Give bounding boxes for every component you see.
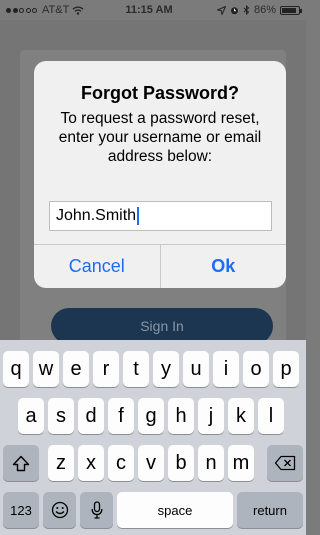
text-cursor — [137, 207, 140, 225]
forgot-password-alert: Forgot Password? To request a password r… — [34, 61, 286, 288]
key-v[interactable]: v — [138, 445, 164, 481]
key-b[interactable]: b — [168, 445, 194, 481]
keyboard: q w e r t y u i o p a s d f g h j k l z … — [0, 340, 306, 535]
alarm-icon — [230, 6, 238, 14]
status-left: AT&T — [6, 4, 106, 16]
key-x[interactable]: x — [78, 445, 104, 481]
key-w[interactable]: w — [33, 351, 59, 387]
space-key[interactable]: space — [117, 492, 233, 528]
status-time: 11:15 AM — [125, 4, 173, 16]
key-k[interactable]: k — [228, 398, 254, 434]
shift-icon — [12, 455, 30, 471]
key-m[interactable]: m — [228, 445, 254, 481]
key-q[interactable]: q — [3, 351, 29, 387]
signal-dot — [32, 7, 37, 13]
alert-message: To request a password reset, enter your … — [58, 110, 262, 165]
key-l[interactable]: l — [258, 398, 284, 434]
key-r[interactable]: r — [93, 351, 119, 387]
key-z[interactable]: z — [48, 445, 74, 481]
key-i[interactable]: i — [213, 351, 239, 387]
key-o[interactable]: o — [243, 351, 269, 387]
signal-strength-icon — [6, 7, 37, 13]
delete-icon — [274, 455, 296, 471]
return-key[interactable]: return — [237, 492, 303, 528]
key-f[interactable]: f — [108, 398, 134, 434]
delete-key[interactable] — [267, 445, 303, 481]
key-p[interactable]: p — [273, 351, 299, 387]
username-email-field[interactable]: John.Smith — [49, 201, 272, 231]
key-s[interactable]: s — [48, 398, 74, 434]
microphone-key[interactable] — [80, 492, 113, 528]
status-bar: AT&T 11:15 AM 86% — [0, 0, 306, 20]
battery-percent: 86% — [253, 4, 276, 16]
key-c[interactable]: c — [108, 445, 134, 481]
key-d[interactable]: d — [78, 398, 104, 434]
emoji-key[interactable] — [43, 492, 76, 528]
alert-actions: Cancel Ok — [34, 244, 286, 288]
alert-title: Forgot Password? — [80, 83, 239, 103]
sign-in-button[interactable]: Sign In — [51, 308, 273, 344]
key-t[interactable]: t — [123, 351, 149, 387]
bluetooth-icon — [243, 5, 250, 15]
signal-dot — [6, 7, 11, 13]
key-g[interactable]: g — [138, 398, 164, 434]
battery-icon — [280, 5, 302, 15]
shift-key[interactable] — [3, 445, 39, 481]
key-y[interactable]: y — [153, 351, 179, 387]
battery-level — [282, 7, 296, 13]
carrier-name: AT&T — [42, 4, 70, 16]
status-right: 86% — [196, 4, 302, 16]
key-e[interactable]: e — [63, 351, 89, 387]
username-email-value: John.Smith — [56, 207, 137, 224]
location-arrow-icon — [216, 5, 226, 15]
cancel-button[interactable]: Cancel — [34, 245, 160, 288]
key-h[interactable]: h — [168, 398, 194, 434]
wifi-icon — [72, 5, 84, 15]
signal-dot — [12, 7, 18, 13]
microphone-icon — [91, 501, 102, 519]
ok-button[interactable]: Ok — [159, 245, 287, 288]
key-a[interactable]: a — [18, 398, 44, 434]
numbers-key[interactable]: 123 — [3, 492, 39, 528]
key-j[interactable]: j — [198, 398, 224, 434]
signal-dot — [19, 7, 24, 13]
emoji-icon — [51, 501, 68, 519]
key-u[interactable]: u — [183, 351, 209, 387]
key-n[interactable]: n — [198, 445, 224, 481]
signal-dot — [25, 7, 31, 13]
